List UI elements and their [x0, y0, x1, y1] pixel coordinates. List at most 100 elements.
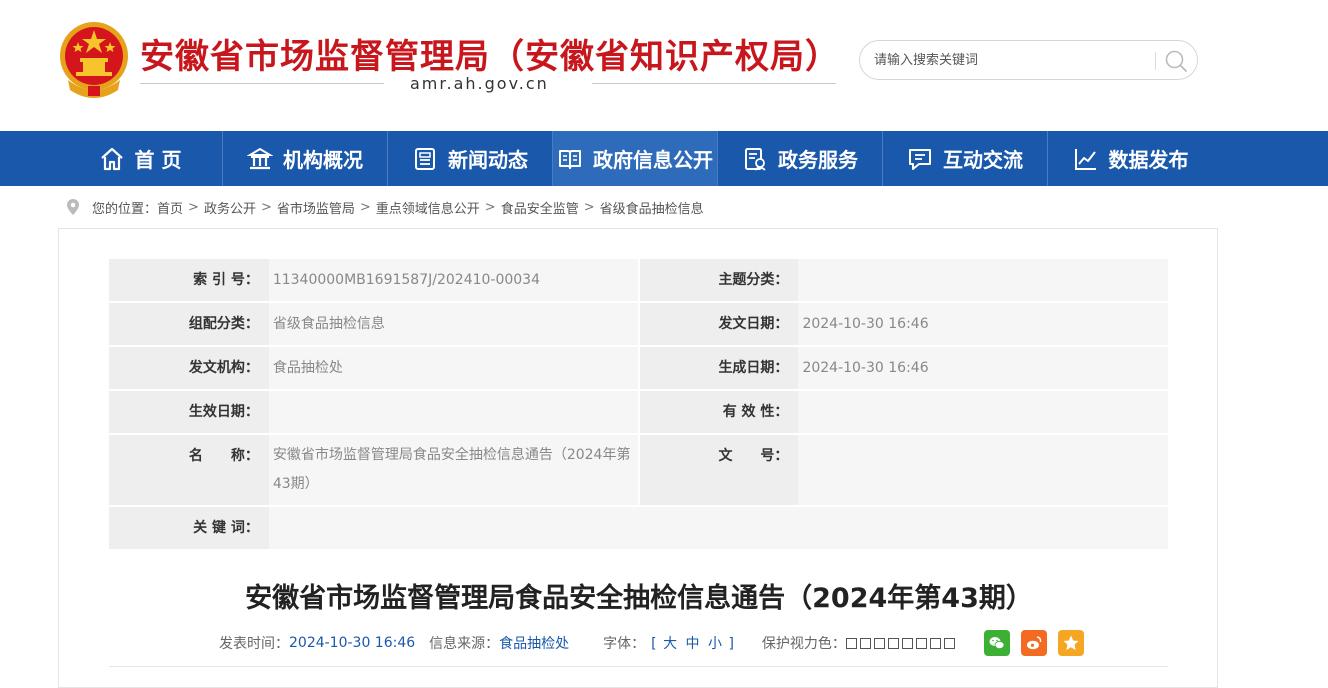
favorite-star-icon [1063, 635, 1079, 650]
breadcrumb-link-bureau[interactable]: 省市场监管局 [277, 198, 355, 217]
table-row: 索 引 号： 11340000MB1691587J/202410-00034 主… [109, 259, 1168, 303]
fontsize-bracket-close: ] [728, 636, 734, 652]
fontsize-switcher: [ 大 中 小 ] [651, 633, 734, 653]
fontsize-medium-button[interactable]: 中 [686, 636, 700, 652]
breadcrumb-link-key-areas[interactable]: 重点领域信息公开 [376, 198, 480, 217]
keywords-label: 关 键 词： [109, 506, 269, 551]
nav-item-label: 首 页 [134, 148, 182, 172]
breadcrumb-separator: > [260, 199, 272, 215]
open-book-icon [559, 149, 581, 169]
domain-divider-left [140, 83, 384, 84]
validity-value [798, 390, 1168, 435]
fontsize-small-button[interactable]: 小 [708, 636, 722, 652]
share-weibo-button[interactable] [1020, 630, 1047, 656]
effective-date-label: 生效日期： [109, 390, 269, 435]
nav-item-news[interactable]: 新闻动态 [388, 131, 553, 186]
docno-label: 文 号： [638, 434, 799, 507]
nav-item-gov-info[interactable]: 政府信息公开 [553, 131, 718, 186]
document-metadata-table: 索 引 号： 11340000MB1691587J/202410-00034 主… [109, 259, 1168, 551]
main-nav: 首 页 机构概况 新闻动态 政府信息公开 政务服务 互动交流 数据发布 [0, 131, 1328, 186]
breadcrumb-link-food-safety[interactable]: 食品安全监管 [501, 198, 579, 217]
fontsize-large-button[interactable]: 大 [663, 636, 677, 652]
article-info-bar: 发表时间： 2024-10-30 16:46 信息来源： 食品抽检处 字体： [… [219, 629, 1095, 657]
nav-item-label: 数据发布 [1108, 148, 1189, 172]
site-title: 安徽省市场监督管理局（安徽省知识产权局） [140, 37, 840, 77]
breadcrumb: 您的位置： 首页 > 政务公开 > 省市场监管局 > 重点领域信息公开 > 食品… [66, 197, 704, 217]
table-row: 关 键 词： [109, 506, 1168, 551]
home-icon [100, 147, 123, 170]
eye-protection-label: 保护视力色： [761, 636, 846, 652]
source-label: 信息来源： [429, 636, 500, 652]
nav-item-service[interactable]: 政务服务 [718, 131, 883, 186]
breadcrumb-link-food-inspection[interactable]: 省级食品抽检信息 [600, 198, 704, 217]
breadcrumb-separator: > [188, 199, 199, 215]
eye-color-swatch[interactable] [859, 637, 871, 649]
breadcrumb-separator: > [359, 199, 371, 215]
nav-item-label: 政务服务 [778, 148, 858, 172]
eye-protection-color-picker [845, 637, 958, 649]
eye-color-swatch[interactable] [901, 637, 913, 649]
index-label: 索 引 号： [109, 259, 269, 303]
name-label: 名 称： [109, 434, 269, 507]
eye-color-swatch[interactable] [915, 637, 927, 649]
search-box [859, 40, 1198, 80]
org-label: 发文机构： [109, 346, 269, 391]
domain-divider-right [592, 83, 836, 84]
issue-date-label: 发文日期： [638, 302, 799, 347]
index-value: 11340000MB1691587J/202410-00034 [268, 259, 640, 303]
validity-label: 有 效 性： [638, 390, 799, 435]
eye-color-swatch[interactable] [845, 637, 857, 649]
publish-time-value: 2024-10-30 16:46 [289, 635, 416, 651]
nav-item-label: 互动交流 [943, 148, 1023, 172]
fontsize-bracket-open: [ [651, 636, 657, 652]
site-domain: amr.ah.gov.cn [410, 74, 549, 93]
favorite-button[interactable] [1057, 630, 1084, 656]
search-icon[interactable] [1162, 47, 1190, 75]
search-divider [1155, 52, 1156, 70]
publish-time-label: 发表时间： [219, 636, 289, 652]
site-header: 安徽省市场监督管理局（安徽省知识产权局） amr.ah.gov.cn [0, 0, 1328, 131]
table-row: 发文机构： 食品抽检处 生成日期： 2024-10-30 16:46 [109, 346, 1168, 391]
eye-color-swatch[interactable] [873, 637, 885, 649]
org-value: 食品抽检处 [268, 346, 640, 391]
group-value: 省级食品抽检信息 [268, 302, 640, 347]
nav-item-label: 政府信息公开 [593, 148, 713, 172]
chart-icon [1074, 148, 1096, 170]
issue-date-value: 2024-10-30 16:46 [798, 302, 1168, 347]
nav-item-label: 新闻动态 [448, 148, 528, 172]
nav-item-label: 机构概况 [283, 148, 363, 172]
breadcrumb-link-home[interactable]: 首页 [157, 198, 183, 217]
fontsize-label: 字体： [603, 636, 646, 652]
docno-value [798, 434, 1168, 507]
source-value: 食品抽检处 [499, 636, 570, 652]
breadcrumb-link-gov-affairs[interactable]: 政务公开 [204, 198, 256, 217]
breadcrumb-separator: > [583, 199, 595, 215]
name-value: 安徽省市场监督管理局食品安全抽检信息通告（2024年第43期） [268, 434, 640, 507]
national-emblem-icon [60, 22, 128, 98]
news-icon [415, 147, 435, 170]
service-icon [745, 147, 766, 171]
nav-item-institution[interactable]: 机构概况 [223, 131, 388, 186]
effective-date-value [268, 390, 640, 435]
gen-date-value: 2024-10-30 16:46 [798, 346, 1168, 391]
share-wechat-button[interactable] [983, 630, 1010, 656]
table-row: 组配分类： 省级食品抽检信息 发文日期： 2024-10-30 16:46 [109, 302, 1168, 347]
table-row: 名 称： 安徽省市场监督管理局食品安全抽检信息通告（2024年第43期） 文 号… [109, 434, 1168, 507]
institution-icon [247, 147, 273, 169]
content-divider [109, 666, 1168, 667]
nav-item-home[interactable]: 首 页 [58, 131, 223, 186]
article-title: 安徽省市场监督管理局食品安全抽检信息通告（2024年第43期） [245, 583, 1033, 614]
table-row: 生效日期： 有 效 性： [109, 390, 1168, 435]
location-pin-icon [67, 199, 79, 215]
nav-item-data[interactable]: 数据发布 [1048, 131, 1213, 186]
eye-color-swatch[interactable] [929, 637, 941, 649]
eye-color-swatch[interactable] [943, 637, 955, 649]
nav-item-interaction[interactable]: 互动交流 [883, 131, 1048, 186]
keywords-value [268, 506, 1168, 551]
weibo-icon [1026, 636, 1042, 650]
search-input[interactable] [874, 50, 1154, 70]
group-label: 组配分类： [109, 302, 269, 347]
eye-color-swatch[interactable] [887, 637, 899, 649]
breadcrumb-separator: > [484, 199, 496, 215]
topic-label: 主题分类： [638, 259, 799, 303]
